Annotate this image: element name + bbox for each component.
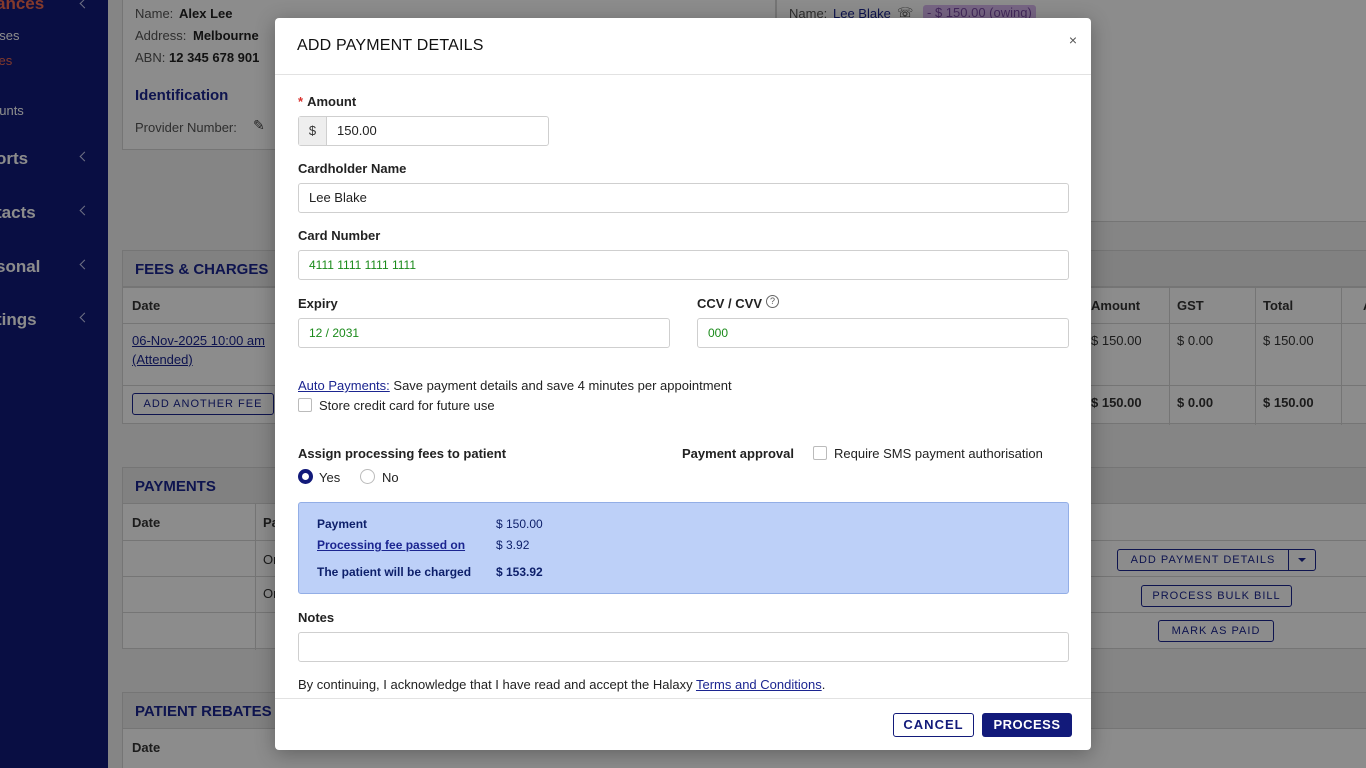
yes-label: Yes (319, 470, 341, 485)
terms-suffix: . (821, 677, 826, 692)
summary-payment-value: $ 150.00 (496, 517, 543, 531)
payment-approval-label: Payment approval (682, 446, 794, 461)
processing-fees-no-radio[interactable] (360, 469, 375, 484)
summary-charged-value: $ 153.92 (496, 565, 543, 579)
terms-link[interactable]: Terms and Conditions (696, 677, 822, 692)
store-card-label: Store credit card for future use (319, 398, 495, 413)
cardholder-name-input[interactable]: Lee Blake (298, 183, 1069, 213)
help-icon[interactable]: ? (766, 295, 779, 308)
payment-summary: Payment $ 150.00 Processing fee passed o… (298, 502, 1069, 594)
required-marker: * (298, 94, 304, 109)
auto-payments-text: Auto Payments: Save payment details and … (298, 378, 732, 393)
notes-input[interactable] (298, 632, 1069, 662)
ccv-input[interactable]: 000 (697, 318, 1069, 348)
summary-charged-label: The patient will be charged (317, 565, 472, 579)
amount-input[interactable]: $ 150.00 (298, 116, 549, 146)
expiry-label: Expiry (298, 296, 338, 311)
close-icon[interactable]: × (1069, 32, 1077, 48)
card-number-label: Card Number (298, 228, 381, 243)
store-card-checkbox[interactable] (298, 398, 312, 412)
amount-label: * Amount (298, 94, 356, 109)
processing-fees-yes-radio[interactable] (298, 469, 313, 484)
process-button[interactable]: PROCESS (982, 713, 1072, 737)
summary-payment-label: Payment (317, 517, 368, 531)
terms-text: By continuing, I acknowledge that I have… (298, 677, 825, 692)
modal-footer-divider (275, 698, 1091, 699)
add-payment-details-modal: ADD PAYMENT DETAILS × * Amount $ 150.00 C… (275, 18, 1091, 750)
processing-fee-link[interactable]: Processing fee passed on (317, 538, 465, 552)
card-number-input[interactable]: 4111 1111 1111 1111 (298, 250, 1069, 280)
amount-label-text: Amount (307, 94, 357, 109)
auto-payments-link[interactable]: Auto Payments: (298, 378, 390, 393)
terms-prefix: By continuing, I acknowledge that I have… (298, 677, 696, 692)
no-label: No (382, 470, 399, 485)
amount-value: 150.00 (337, 123, 377, 138)
ccv-label: CCV / CVV (697, 296, 763, 311)
sms-authorisation-label: Require SMS payment authorisation (834, 446, 1043, 461)
expiry-input[interactable]: 12 / 2031 (298, 318, 670, 348)
processing-fees-label: Assign processing fees to patient (298, 446, 507, 461)
summary-fee-value: $ 3.92 (496, 538, 530, 552)
modal-header-divider (275, 74, 1091, 75)
currency-addon: $ (299, 117, 327, 145)
modal-title: ADD PAYMENT DETAILS (297, 37, 484, 54)
sms-authorisation-checkbox[interactable] (813, 446, 827, 460)
cancel-button[interactable]: CANCEL (893, 713, 974, 737)
notes-label: Notes (298, 610, 335, 625)
auto-payments-description: Save payment details and save 4 minutes … (389, 378, 732, 393)
cardholder-name-label: Cardholder Name (298, 161, 407, 176)
